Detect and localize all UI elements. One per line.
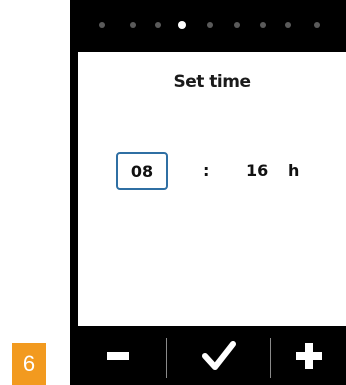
page-dot (207, 22, 213, 28)
dialog-title: Set time (173, 72, 251, 92)
step-number-badge: 6 (12, 343, 46, 385)
hour-field[interactable]: 08 (116, 152, 168, 190)
checkmark-icon (201, 340, 236, 370)
page-dot (234, 22, 240, 28)
hour-value: 08 (130, 161, 154, 181)
page-indicator (70, 0, 346, 52)
page-dot (260, 22, 266, 28)
device-display: Set time 08 : 16 h (70, 0, 346, 385)
plus-icon (295, 342, 322, 369)
time-unit-label: h (288, 161, 300, 180)
decrease-button[interactable] (70, 326, 166, 385)
page-dot (99, 22, 105, 28)
page-dot (130, 22, 136, 28)
page-dot-active (178, 21, 186, 29)
confirm-button[interactable] (167, 326, 270, 385)
page-dot (285, 22, 291, 28)
time-separator: : (203, 161, 210, 180)
page-dot (155, 22, 161, 28)
minute-field[interactable]: 16 (246, 161, 268, 180)
screen-root: 6 Set time 08 : 16 h (0, 0, 346, 385)
minus-icon (107, 351, 129, 360)
page-dot (314, 22, 320, 28)
set-time-dialog: Set time 08 : 16 h (78, 52, 346, 326)
increase-button[interactable] (271, 326, 346, 385)
control-bar (70, 326, 346, 385)
